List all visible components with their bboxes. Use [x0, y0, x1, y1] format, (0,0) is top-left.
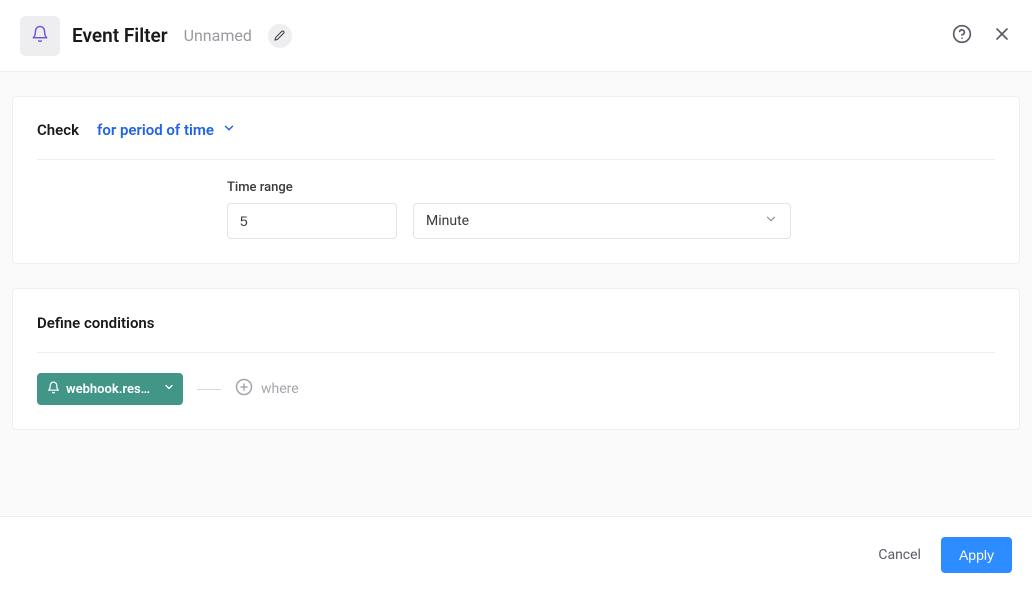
check-row: Check for period of time	[37, 121, 995, 139]
page-title: Event Filter	[72, 24, 168, 47]
add-where-button[interactable]: where	[235, 378, 299, 400]
help-button[interactable]	[952, 24, 972, 48]
header: Event Filter Unnamed	[0, 0, 1032, 72]
where-label: where	[261, 381, 299, 397]
check-card: Check for period of time Time range Minu…	[12, 96, 1020, 264]
time-inputs: Minute	[227, 203, 995, 239]
close-button[interactable]	[992, 24, 1012, 48]
cancel-button[interactable]: Cancel	[878, 547, 921, 563]
divider	[37, 352, 995, 353]
condition-tag-label: webhook.resp...	[66, 382, 157, 397]
pencil-icon	[274, 26, 285, 45]
connector-line	[197, 389, 221, 390]
bell-icon	[31, 25, 49, 47]
close-icon	[992, 24, 1012, 48]
bell-icon	[47, 381, 60, 398]
condition-tag[interactable]: webhook.resp...	[37, 373, 183, 405]
conditions-row: webhook.resp... where	[37, 373, 995, 405]
chevron-down-icon	[163, 381, 175, 397]
check-mode-label: for period of time	[97, 121, 214, 139]
check-label: Check	[37, 121, 79, 139]
chevron-down-icon	[764, 212, 778, 230]
plus-circle-icon	[235, 378, 253, 400]
time-unit-select[interactable]: Minute	[413, 203, 791, 239]
time-range-label: Time range	[227, 180, 995, 195]
edit-title-button[interactable]	[268, 24, 292, 48]
check-mode-select[interactable]: for period of time	[97, 121, 236, 139]
body: Check for period of time Time range Minu…	[0, 72, 1032, 516]
chevron-down-icon	[222, 121, 236, 139]
help-icon	[952, 24, 972, 48]
conditions-card: Define conditions webhook.resp...	[12, 288, 1020, 430]
header-actions	[952, 24, 1012, 48]
header-left: Event Filter Unnamed	[20, 16, 952, 56]
page-subtitle: Unnamed	[184, 26, 252, 45]
conditions-title: Define conditions	[37, 314, 155, 332]
time-unit-label: Minute	[426, 213, 469, 229]
event-filter-icon-box	[20, 16, 60, 56]
footer: Cancel Apply	[0, 516, 1032, 592]
time-range-row: Time range Minute	[227, 180, 995, 239]
divider	[37, 159, 995, 160]
time-value-input[interactable]	[227, 203, 397, 239]
apply-button[interactable]: Apply	[941, 537, 1012, 573]
